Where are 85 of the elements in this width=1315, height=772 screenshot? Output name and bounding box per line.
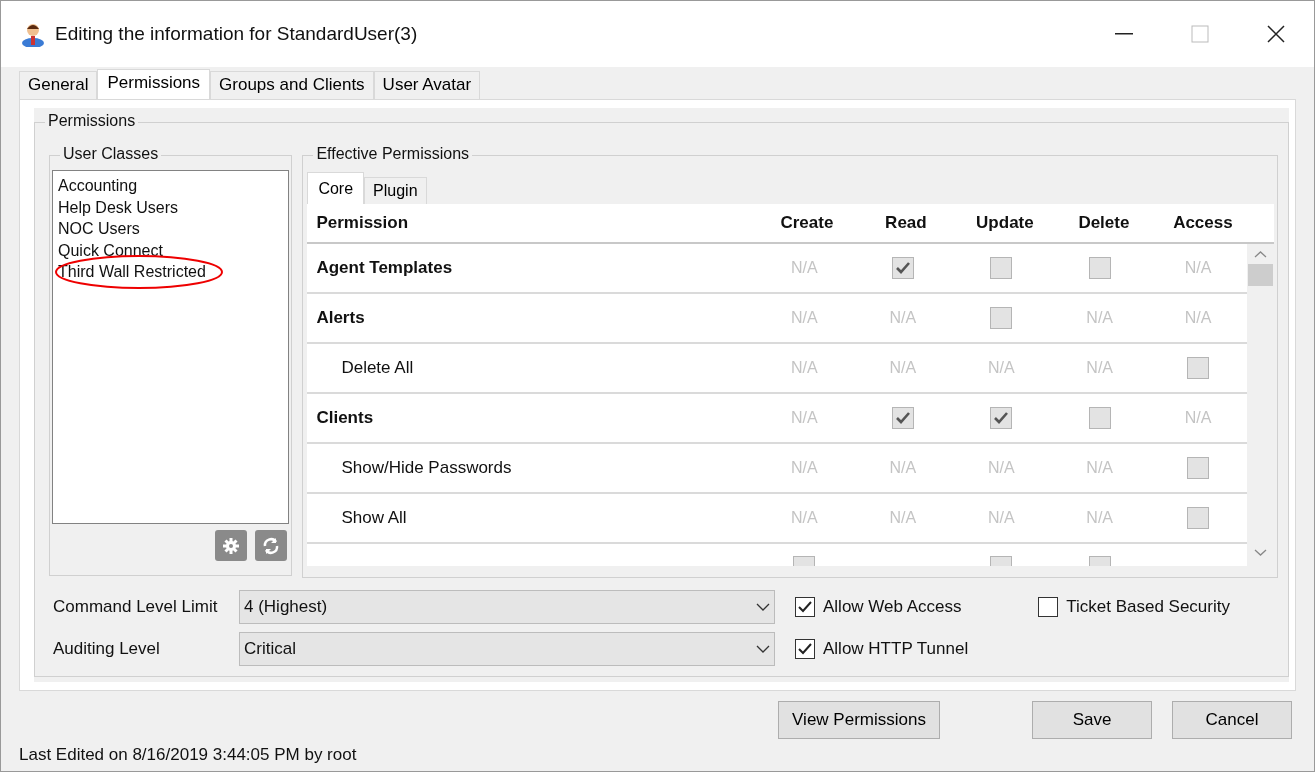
close-icon [1266, 24, 1286, 44]
na-text: N/A [1086, 308, 1113, 328]
scrollbar[interactable] [1247, 244, 1275, 566]
column-header: Permission [315, 212, 410, 235]
permission-checkbox[interactable] [1187, 507, 1210, 529]
dropdown[interactable]: Critical [239, 632, 775, 666]
list-item[interactable]: Accounting [58, 175, 283, 197]
dialog-button[interactable]: Save [1032, 701, 1152, 739]
settings-button[interactable] [215, 530, 248, 561]
permission-name: Delete All [340, 358, 414, 378]
tab[interactable]: Groups and Clients [210, 71, 374, 99]
permission-checkbox[interactable] [990, 407, 1013, 429]
column-header: Access [1172, 212, 1234, 235]
na-text: N/A [987, 358, 1015, 378]
field-label: Command Level Limit [52, 596, 219, 619]
list-item[interactable]: Third Wall Restricted [58, 261, 283, 283]
chevron-down-icon [756, 602, 770, 612]
dropdown[interactable]: 4 (Highest) [239, 590, 775, 624]
permission-name: Show/Hide Passwords [340, 458, 512, 478]
tab[interactable]: General [19, 71, 98, 99]
maximize-icon [1191, 25, 1209, 43]
check-icon [993, 411, 1010, 425]
na-text: N/A [790, 308, 818, 328]
check-icon [797, 642, 813, 656]
permission-checkbox[interactable] [990, 257, 1013, 279]
checkbox[interactable] [1038, 597, 1059, 617]
na-text: N/A [889, 308, 917, 328]
check-icon [894, 411, 911, 425]
permission-checkbox[interactable] [1088, 257, 1111, 279]
window-title: Editing the information for StandardUser(3) [55, 21, 419, 46]
permission-checkbox[interactable] [1187, 457, 1210, 479]
na-text: N/A [1184, 308, 1212, 328]
list-item[interactable]: Help Desk Users [58, 196, 283, 218]
status-text: Last Edited on 8/16/2019 3:44:05 PM by root [18, 743, 358, 766]
user-class-list[interactable]: Accounting Help Desk Users NOC Users Quick Connect Third Wall Restricted [52, 170, 289, 524]
column-header: Delete [1077, 212, 1131, 235]
na-text: N/A [790, 458, 818, 478]
na-text: N/A [790, 258, 818, 278]
permission-checkbox[interactable] [1187, 357, 1210, 379]
na-text: N/A [1184, 408, 1212, 428]
checkbox[interactable] [795, 639, 815, 659]
na-text: N/A [889, 358, 917, 378]
user-avatar-icon [21, 21, 45, 47]
tab[interactable]: Plugin [364, 177, 427, 204]
dialog-button[interactable]: View Permissions [778, 701, 940, 739]
permission-name: Agent Templates [316, 258, 453, 278]
list-item[interactable]: NOC Users [58, 218, 283, 240]
na-text: N/A [889, 458, 917, 478]
tab[interactable]: Permissions [97, 69, 211, 100]
checkbox[interactable] [795, 597, 815, 617]
check-icon [894, 261, 911, 275]
checkbox-label: Ticket Based Security [1066, 596, 1230, 619]
permission-checkbox[interactable] [891, 257, 914, 279]
gear-icon [223, 537, 240, 554]
na-text: N/A [790, 358, 818, 378]
tab[interactable]: User Avatar [373, 71, 481, 99]
permission-name: Show All [340, 508, 407, 528]
column-header: Create [779, 212, 835, 235]
na-text: N/A [1184, 258, 1212, 278]
permission-name: Alerts [316, 308, 365, 328]
na-text: N/A [1086, 458, 1113, 478]
column-header: Read [884, 212, 928, 235]
permission-checkbox[interactable] [1088, 407, 1111, 429]
na-text: N/A [889, 508, 917, 528]
scroll-thumb[interactable] [1248, 264, 1274, 286]
checkbox-label: Allow HTTP Tunnel [823, 638, 969, 661]
dialog-button[interactable]: Cancel [1172, 701, 1292, 739]
refresh-button[interactable] [255, 530, 288, 561]
na-text: N/A [790, 508, 818, 528]
na-text: N/A [987, 458, 1015, 478]
permission-checkbox[interactable] [891, 407, 914, 429]
list-item[interactable]: Quick Connect [58, 239, 283, 261]
minimize-icon [1115, 33, 1133, 35]
chevron-down-icon [756, 644, 770, 654]
field-label: Auditing Level [52, 638, 161, 661]
na-text: N/A [790, 408, 818, 428]
check-icon [797, 600, 813, 614]
tab[interactable]: Core [307, 172, 365, 204]
column-header: Update [975, 212, 1035, 235]
na-text: N/A [1086, 508, 1113, 528]
na-text: N/A [987, 508, 1015, 528]
permission-checkbox[interactable] [990, 307, 1013, 329]
checkbox-label: Allow Web Access [823, 596, 962, 619]
na-text: N/A [1086, 358, 1113, 378]
permission-name: Clients [316, 408, 374, 428]
